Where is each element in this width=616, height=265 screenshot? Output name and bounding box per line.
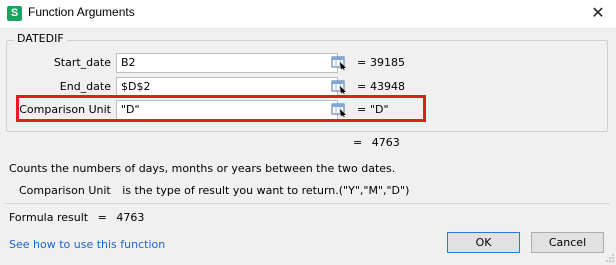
function-result-value: 4763 (371, 136, 400, 149)
start-date-input[interactable] (116, 53, 338, 73)
start-date-label: Start_date (53, 56, 111, 69)
parameter-help: Comparison Unit is the type of result yo… (19, 184, 409, 197)
range-select-icon[interactable] (331, 54, 347, 70)
help-link[interactable]: See how to use this function (9, 238, 165, 251)
divider (4, 203, 610, 204)
argument-row-end-date: End_date = 43948 (0, 77, 616, 97)
argument-row-start-date: Start_date = 39185 (0, 53, 616, 73)
function-description: Counts the numbers of days, months or ye… (9, 162, 396, 175)
app-logo-icon: S (7, 6, 22, 21)
end-date-input[interactable] (116, 77, 338, 97)
equals-sign: = (353, 136, 363, 149)
range-select-icon[interactable] (331, 78, 347, 94)
equals-sign: = (97, 211, 107, 224)
resize-grip-icon[interactable] (606, 252, 614, 262)
parameter-help-text: is the type of result you want to return… (122, 184, 410, 197)
formula-result-label: Formula result (9, 211, 89, 224)
parameter-help-name: Comparison Unit (19, 184, 111, 197)
dialog-title: Function Arguments (28, 5, 135, 19)
end-date-label: End_date (59, 80, 111, 93)
formula-result-value: 4763 (116, 211, 145, 224)
formula-result: Formula result = 4763 (9, 211, 144, 224)
highlight-box (16, 95, 426, 122)
equals-sign: = (357, 80, 367, 93)
title-bar: S Function Arguments ✕ (0, 0, 616, 29)
equals-sign: = (357, 56, 367, 69)
start-date-result: 39185 (370, 56, 405, 69)
ok-button[interactable]: OK (447, 232, 520, 253)
function-name: DATEDIF (14, 32, 67, 45)
cancel-button[interactable]: Cancel (531, 232, 604, 253)
function-result: = 4763 (353, 136, 400, 149)
close-icon[interactable]: ✕ (588, 3, 608, 23)
end-date-result: 43948 (370, 80, 405, 93)
